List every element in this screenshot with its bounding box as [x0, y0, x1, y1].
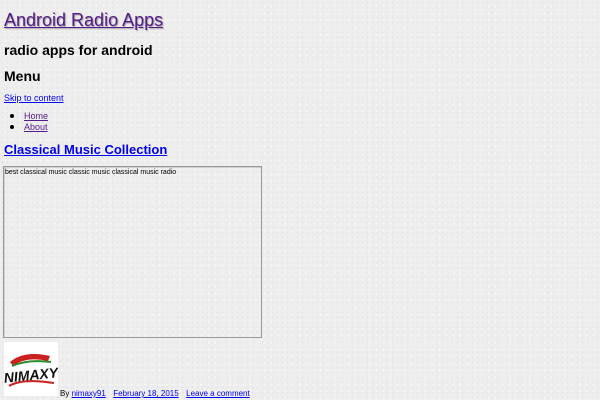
leave-comment-link[interactable]: Leave a comment [186, 389, 250, 398]
nav-item-home: Home [10, 111, 48, 122]
nav-link-home[interactable]: Home [24, 111, 48, 121]
post-title-link[interactable]: Classical Music Collection [4, 142, 167, 157]
author-avatar: NIMAXY [4, 342, 58, 396]
menu-toggle[interactable]: Menu [4, 67, 41, 85]
site-description: radio apps for android [4, 42, 153, 58]
nav-item-about: About [10, 122, 48, 133]
primary-navigation: Home About [10, 111, 48, 133]
by-label: By [60, 389, 70, 398]
post-date-link[interactable]: February 18, 2015 [113, 389, 178, 398]
nav-link-about[interactable]: About [24, 122, 48, 132]
site-title-link[interactable]: Android Radio Apps [4, 10, 163, 30]
embed-fallback-text: best classical music classic music class… [5, 169, 177, 176]
skip-to-content-link[interactable]: Skip to content [4, 93, 64, 104]
nimaxy-logo-icon: NIMAXY [4, 342, 58, 396]
post-title: Classical Music Collection [4, 142, 167, 158]
site-title: Android Radio Apps [4, 9, 163, 31]
author-link[interactable]: nimaxy91 [72, 389, 106, 398]
embedded-player-frame[interactable]: best classical music classic music class… [3, 166, 262, 338]
post-meta: By nimaxy91 February 18, 2015 Leave a co… [60, 389, 250, 399]
